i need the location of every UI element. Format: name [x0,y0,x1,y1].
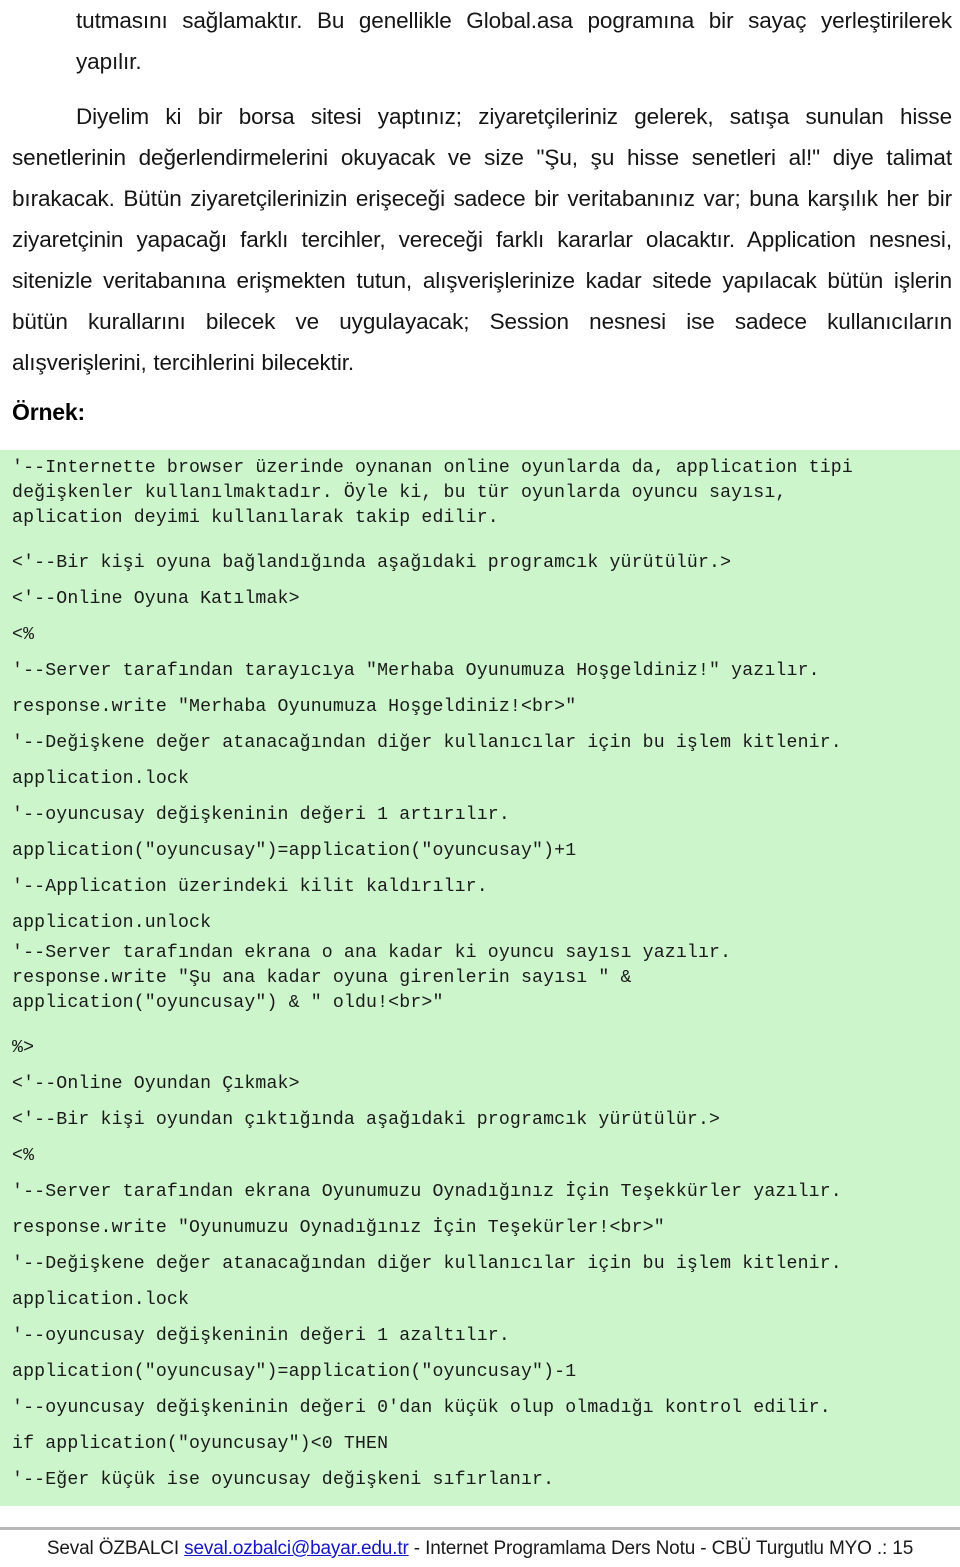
code-line: '--Değişkene değer atanacağından diğer k… [12,1254,842,1274]
body-paragraph-1: tutmasını sağlamaktır. Bu genellikle Glo… [76,8,952,74]
code-line: '--Application üzerindeki kilit kaldırıl… [12,877,488,897]
code-line: if application("oyuncusay")<0 THEN [12,1434,389,1454]
footer-email-link[interactable]: seval.ozbalci@bayar.edu.tr [184,1538,409,1559]
page-subheading-ornek: Örnek: [12,399,85,425]
code-line: '--oyuncusay değişkeninin değeri 1 artır… [12,805,510,825]
footer-institution: CBÜ Turgutlu MYO [711,1538,872,1559]
code-line: <'--Bir kişi oyuna bağlandığında aşağıda… [12,553,732,573]
code-line: response.write "Merhaba Oyunumuza Hoşgel… [12,697,577,717]
body-paragraph-2-block: Diyelim ki bir borsa sitesi yaptınız; zi… [0,96,960,383]
footer-divider [0,1527,960,1530]
code-line: <'--Online Oyuna Katılmak> [12,589,300,609]
code-line: '--Server tarafından ekrana Oyunumuzu Oy… [12,1182,842,1202]
code-line: application.unlock [12,913,212,933]
code-line: aplication deyimi kullanılarak takip edi… [12,508,499,528]
code-line: değişkenler kullanılmaktadır. Öyle ki, b… [12,483,787,503]
footer-author: Seval ÖZBALCI [46,1538,179,1559]
code-line: response.write "Şu ana kadar oyuna giren… [12,968,632,988]
code-line: '--oyuncusay değişkeninin değeri 1 azalt… [12,1326,510,1346]
code-line: <% [12,1146,35,1166]
code-line: '--Server tarafından ekrana o ana kadar … [12,943,732,963]
code-line: application.lock [12,769,190,789]
code-line: '--Server tarafından tarayıcıya "Merhaba… [12,661,820,681]
footer-separator-2: - [695,1538,712,1559]
footer-course: Internet Programlama Ders Notu [425,1538,696,1559]
code-line: '--oyuncusay değişkeninin değeri 0'dan k… [12,1398,831,1418]
code-line: application("oyuncusay") & " oldu!<br>" [12,993,444,1013]
code-line: application("oyuncusay")=application("oy… [12,1362,577,1382]
document-page: tutmasını sağlamaktır. Bu genellikle Glo… [0,0,960,1567]
code-line: '--Değişkene değer atanacağından diğer k… [12,733,842,753]
code-line: <'--Online Oyundan Çıkmak> [12,1074,300,1094]
code-line: '--Eğer küçük ise oyuncusay değişkeni sı… [12,1470,555,1490]
code-line: application("oyuncusay")=application("oy… [12,841,577,861]
footer-page-marker: .: 15 [871,1538,914,1559]
body-paragraph-2: Diyelim ki bir borsa sitesi yaptınız; zi… [12,104,952,375]
code-line: response.write "Oyunumuzu Oynadığınız İç… [12,1218,665,1238]
footer: Seval ÖZBALCI seval.ozbalci@bayar.edu.tr… [0,1538,960,1560]
footer-separator-1: - [408,1538,426,1559]
code-line: '--Internette browser üzerinde oynanan o… [12,458,853,478]
code-block: '--Internette browser üzerinde oynanan o… [0,450,960,1506]
code-line: %> [12,1038,35,1058]
code-line: application.lock [12,1290,190,1310]
code-line: <'--Bir kişi oyundan çıktığında aşağıdak… [12,1110,721,1130]
code-line: <% [12,625,35,645]
body-paragraph-1-block: tutmasını sağlamaktır. Bu genellikle Glo… [0,0,960,82]
